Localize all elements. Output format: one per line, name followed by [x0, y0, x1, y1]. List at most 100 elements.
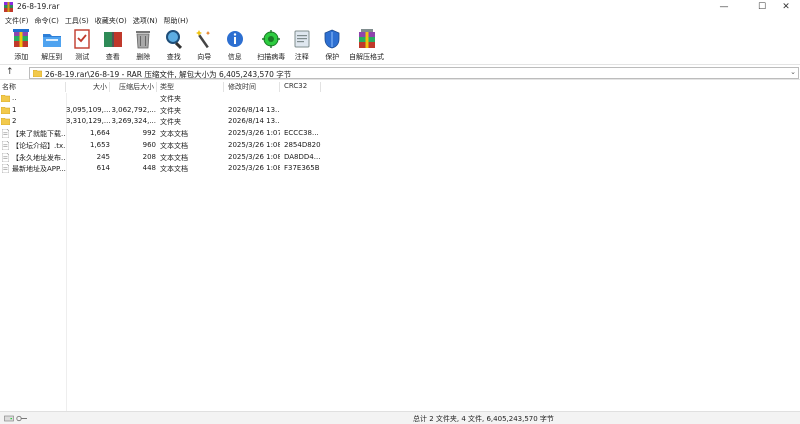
winrar-app-icon [4, 2, 13, 12]
column-size[interactable]: 大小 [66, 82, 110, 92]
status-bar: 总计 2 文件夹, 4 文件, 6,405,243,570 字节 [0, 411, 800, 424]
close-button[interactable]: ✕ [772, 0, 800, 14]
info-button[interactable]: 信息 [220, 26, 251, 64]
menu-commands[interactable]: 命令(C) [32, 14, 62, 26]
file-packed-size: 448 [142, 164, 156, 173]
add-button[interactable]: 添加 [6, 26, 37, 64]
table-row[interactable]: 【论坛介绍】.tx... 1,653 960 文本文档 2025/3/26 1:… [0, 140, 800, 152]
wizard-label: 向导 [197, 53, 212, 61]
table-row[interactable]: 【来了就能下载... 1,664 992 文本文档 2025/3/26 1:07… [0, 128, 800, 140]
address-dropdown-icon[interactable]: ⌄ [790, 68, 796, 76]
protect-label: 保护 [325, 53, 340, 61]
menu-bar: 文件(F) 命令(C) 工具(S) 收藏夹(O) 选项(N) 帮助(H) [0, 14, 800, 26]
trash-icon [136, 31, 151, 49]
view-label: 查看 [105, 53, 120, 61]
column-packed-size[interactable]: 压缩后大小 [110, 82, 157, 92]
file-size: 3,310,129,... [66, 117, 110, 126]
file-name: 2 [12, 117, 17, 126]
virus-scan-label: 扫描病毒 [257, 53, 286, 61]
file-type: 文本文档 [160, 141, 188, 150]
wizard-button[interactable]: 向导 [189, 26, 220, 64]
column-modified[interactable]: 修改时间 [224, 82, 280, 92]
table-row[interactable]: 最新地址及APP... 614 448 文本文档 2025/3/26 1:08 … [0, 163, 800, 175]
extract-to-button[interactable]: 解压到 [37, 26, 68, 64]
file-type: 文件夹 [160, 106, 181, 115]
file-size: 1,664 [89, 129, 110, 138]
sfx-icon [358, 29, 375, 48]
file-modified: 2026/8/14 13... [228, 105, 280, 114]
table-row[interactable]: 2 3,310,129,... 3,269,324,... 文件夹 2026/8… [0, 116, 800, 128]
test-icon [74, 29, 90, 49]
folder-icon [1, 118, 10, 126]
text-document-icon [2, 140, 9, 150]
file-packed-size: 3,062,792,... [111, 105, 156, 114]
view-button[interactable]: 查看 [98, 26, 129, 64]
window-title: 26-8-19.rar [17, 2, 60, 11]
file-crc32: ECCC38... [284, 129, 319, 138]
minimize-button[interactable]: — [710, 0, 738, 14]
magnifier-icon [165, 30, 182, 50]
extract-folder-icon [42, 34, 61, 47]
file-modified: 2025/3/26 1:08 [228, 152, 280, 161]
info-icon [226, 31, 243, 47]
file-size: 3,095,109,... [66, 105, 110, 114]
add-archive-icon [13, 29, 30, 47]
column-name[interactable]: 名称 [2, 82, 66, 92]
virus-scan-button[interactable]: 扫描病毒 [256, 26, 287, 64]
file-size: 245 [96, 152, 110, 161]
column-header-row: 名称 大小 压缩后大小 类型 修改时间 CRC32 [0, 80, 800, 93]
file-name: 【论坛介绍】.tx... [12, 141, 66, 150]
table-row[interactable]: 【永久地址发布... 245 208 文本文档 2025/3/26 1:08 D… [0, 152, 800, 164]
file-name: 【来了就能下载... [12, 130, 66, 139]
comment-button[interactable]: 注释 [287, 26, 318, 64]
find-label: 查找 [166, 53, 181, 61]
column-type[interactable]: 类型 [157, 82, 224, 92]
sfx-label: 自解压格式 [349, 53, 384, 61]
file-crc32: DA8DD4... [284, 152, 321, 161]
column-crc32[interactable]: CRC32 [280, 82, 321, 92]
find-button[interactable]: 查找 [159, 26, 190, 64]
shield-icon [324, 29, 340, 49]
file-crc32: F37E365B [284, 164, 320, 173]
menu-favorites[interactable]: 收藏夹(O) [92, 14, 130, 26]
text-document-icon [2, 129, 9, 139]
delete-button[interactable]: 删除 [128, 26, 159, 64]
file-size: 1,653 [89, 140, 110, 149]
view-book-icon [103, 32, 122, 47]
file-packed-size: 960 [142, 140, 156, 149]
file-name: 最新地址及APP... [12, 165, 66, 174]
info-label: 信息 [227, 53, 242, 61]
table-row[interactable]: .. 文件夹 [0, 93, 800, 105]
extract-to-label: 解压到 [41, 53, 63, 61]
table-row[interactable]: 1 3,095,109,... 3,062,792,... 文件夹 2026/8… [0, 105, 800, 117]
comment-icon [294, 30, 310, 48]
sfx-button[interactable]: 自解压格式 [348, 26, 386, 64]
title-bar: 26-8-19.rar — ☐ ✕ [0, 0, 800, 14]
menu-help[interactable]: 帮助(H) [160, 14, 191, 26]
file-name: 1 [12, 105, 17, 114]
toolbar: 添加 解压到 测试 查看 删除 查找 向导 信息 扫描病毒 注释 保护 自解压格… [0, 26, 800, 64]
file-size: 614 [96, 164, 110, 173]
add-label: 添加 [14, 53, 29, 61]
up-button[interactable]: ↑ [6, 67, 14, 77]
file-crc32: 2854D820 [284, 140, 321, 149]
text-document-icon [2, 164, 9, 174]
menu-file[interactable]: 文件(F) [2, 14, 32, 26]
file-type: 文本文档 [160, 165, 188, 174]
folder-icon [1, 95, 10, 102]
file-packed-size: 208 [142, 152, 156, 161]
text-document-icon [2, 152, 9, 162]
folder-icon [1, 106, 10, 114]
file-modified: 2025/3/26 1:08 [228, 140, 280, 149]
menu-options[interactable]: 选项(N) [130, 14, 161, 26]
protect-button[interactable]: 保护 [317, 26, 348, 64]
key-icon [16, 415, 27, 422]
address-bar[interactable]: 26-8-19.rar\26-8-19 - RAR 压缩文件, 解包大小为 6,… [29, 67, 799, 79]
wand-icon [196, 30, 211, 49]
file-modified: 2026/8/14 13... [228, 117, 280, 126]
file-packed-size: 3,269,324,... [111, 117, 156, 126]
test-label: 测试 [75, 53, 90, 61]
menu-tools[interactable]: 工具(S) [62, 14, 92, 26]
test-button[interactable]: 测试 [67, 26, 98, 64]
file-type: 文件夹 [160, 118, 181, 127]
